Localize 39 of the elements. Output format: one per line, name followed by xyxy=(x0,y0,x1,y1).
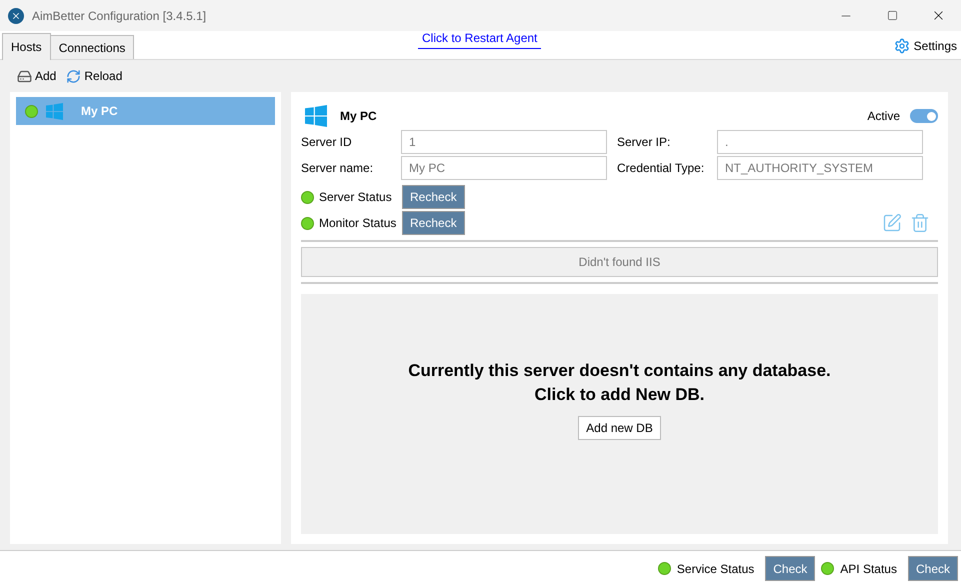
recheck-button[interactable]: Recheck xyxy=(402,211,465,235)
add-button[interactable]: Add xyxy=(17,67,56,85)
reload-button[interactable]: Reload xyxy=(66,67,122,85)
field-label: Server IP: xyxy=(617,134,672,151)
drive-icon xyxy=(17,68,32,84)
empty-message: Click to add New DB. xyxy=(534,384,705,406)
maximize-icon[interactable] xyxy=(886,10,898,21)
active-label: Active xyxy=(867,108,900,125)
tab[interactable]: Connections xyxy=(50,35,134,59)
empty-message: Currently this server doesn't contains any database. xyxy=(408,360,831,382)
status-label: API Status xyxy=(840,560,897,578)
status-label: Server Status xyxy=(319,189,393,206)
tab[interactable]: Hosts xyxy=(2,33,51,60)
window-title: AimBetter Configuration [3.4.5.1] xyxy=(32,8,206,24)
recheck-button[interactable]: Recheck xyxy=(402,185,465,209)
add-db-button[interactable]: Add new DB xyxy=(578,416,661,440)
text-field[interactable]: NT_AUTHORITY_SYSTEM xyxy=(717,156,923,180)
host-item[interactable]: My PC xyxy=(16,97,275,125)
host-name: My PC xyxy=(81,103,118,120)
status-label: Service Status xyxy=(676,560,754,578)
windows-logo-icon xyxy=(46,102,63,120)
check-button[interactable]: Check xyxy=(765,556,816,581)
settings-button[interactable]: Settings xyxy=(894,37,957,55)
field-label: Credential Type: xyxy=(617,160,706,177)
check-button[interactable]: Check xyxy=(908,556,958,581)
server-title: My PC xyxy=(340,108,377,125)
refresh-icon xyxy=(66,68,82,84)
text-field[interactable]: . xyxy=(717,130,923,154)
status-label: Monitor Status xyxy=(319,215,398,232)
restart-agent-link[interactable]: Click to Restart Agent xyxy=(418,29,542,49)
active-toggle[interactable] xyxy=(910,109,938,123)
app-logo-icon xyxy=(8,8,24,24)
text-field[interactable]: 1 xyxy=(401,130,607,154)
field-label: Server name: xyxy=(301,160,374,177)
iis-button[interactable]: Didn't found IIS xyxy=(301,247,938,277)
text-field[interactable]: My PC xyxy=(401,156,607,180)
windows-logo-icon xyxy=(305,105,327,127)
gear-icon xyxy=(894,38,910,54)
field-label: Server ID xyxy=(301,134,353,151)
